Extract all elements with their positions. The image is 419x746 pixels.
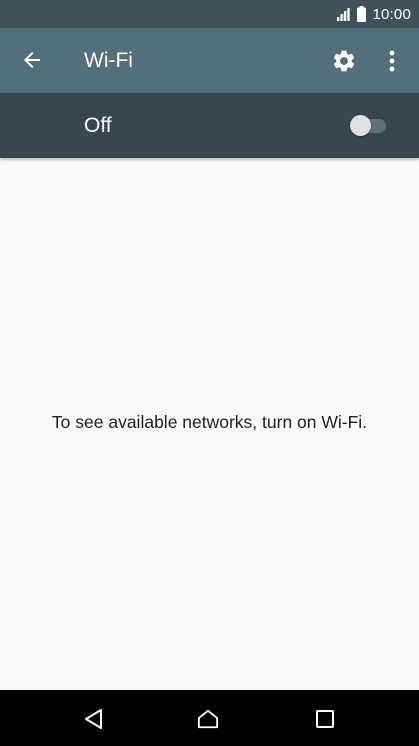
toggle-thumb	[350, 115, 371, 136]
status-bar: 10:00	[0, 0, 419, 28]
empty-state-message: To see available networks, turn on Wi-Fi…	[51, 412, 368, 432]
signal-icon	[336, 7, 351, 21]
app-bar: Wi-Fi	[0, 28, 419, 93]
more-vertical-icon[interactable]	[382, 48, 402, 74]
arrow-left-icon[interactable]	[20, 48, 44, 72]
nav-recents-icon[interactable]	[314, 708, 336, 730]
nav-back-icon[interactable]	[83, 708, 105, 730]
battery-icon	[357, 6, 367, 22]
wifi-settings-screen: 10:00 Wi-Fi Off To see available network…	[0, 0, 419, 746]
nav-home-icon[interactable]	[197, 708, 219, 730]
status-time: 10:00	[372, 5, 411, 23]
gear-icon[interactable]	[331, 48, 357, 74]
page-title: Wi-Fi	[84, 49, 133, 72]
system-nav-bar	[0, 690, 419, 746]
wifi-switch-label: Off	[84, 114, 112, 137]
wifi-toggle[interactable]	[350, 114, 388, 138]
